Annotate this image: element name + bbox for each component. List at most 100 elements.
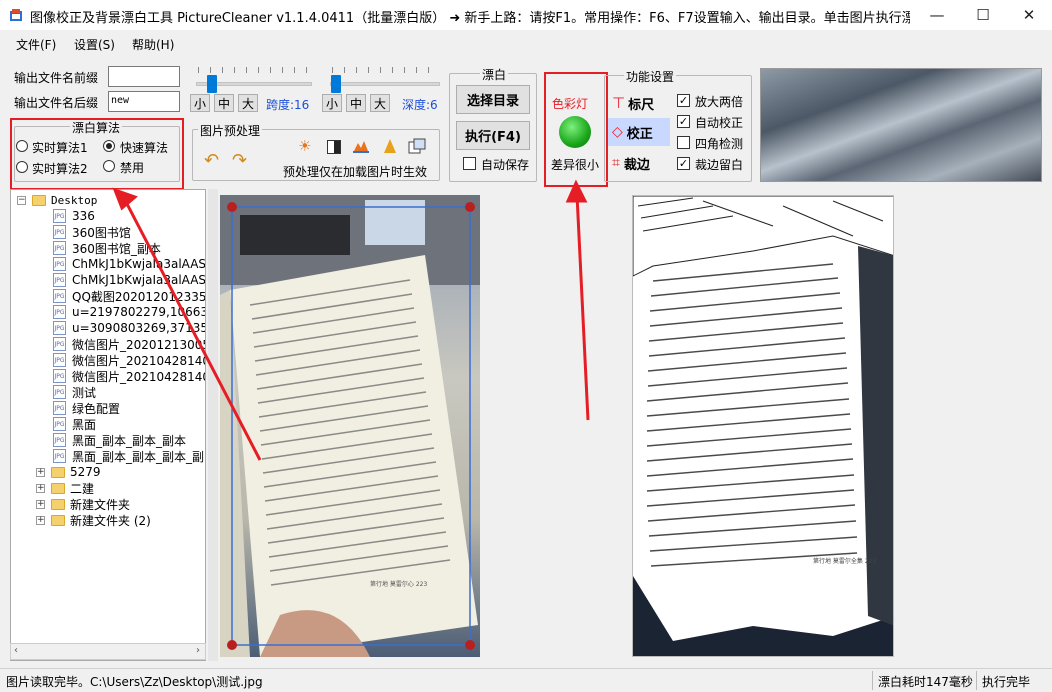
tree-file-item[interactable]: JPG QQ截图20201201233559 [53,288,205,304]
correct-icon: ◇ [612,124,623,140]
crop-button[interactable]: ⌗ 裁边 [612,152,672,174]
ruler-icon: ⊤ [612,94,626,112]
pane-splitter[interactable] [208,189,218,661]
tree-file-item[interactable]: JPG u=3090803269,371357756 [53,320,205,336]
menu-help[interactable]: 帮助(H) [132,36,174,53]
tree-folder-item[interactable]: + 二建 [36,480,94,496]
file-tree[interactable]: − Desktop JPG 336 JPG 360图书馆 JPG 360图书馆_副本 JPG… [10,189,206,661]
folder-icon [51,498,65,510]
double-size-label[interactable]: 放大两倍 [695,93,743,110]
tree-file-item[interactable]: JPG 绿色配置 [53,400,120,416]
processed-image[interactable]: 第行地 莫雷尔全集 223 [632,195,894,657]
select-directory-button[interactable]: 选择目录 [456,85,530,114]
status-divider [976,671,977,690]
crop-margin-checkbox[interactable]: ✓ [677,157,690,170]
correct-button[interactable]: ◇ 校正 [608,118,670,146]
expand-icon[interactable]: + [36,499,45,509]
corner-detect-checkbox[interactable] [677,136,690,149]
status-message: 图片读取完毕。C:\Users\Zz\Desktop\测试.jpg [6,675,263,689]
tree-horizontal-scrollbar[interactable]: ‹ › [10,643,206,660]
minimize-button[interactable]: — [914,0,960,30]
tree-file-item[interactable]: JPG 336 [53,208,95,224]
expand-icon[interactable]: + [36,467,45,477]
suffix-label: 输出文件名后缀 [14,96,99,110]
tree-file-label: ChMkJ1bKwjaIa3alAASVxk [72,273,206,287]
span-slider-thumb[interactable] [207,75,217,93]
app-icon [9,8,23,22]
jpg-file-icon: JPG [53,433,66,447]
tree-file-label: 绿色配置 [72,401,121,416]
depth-slider-ticks [332,67,438,73]
span-medium-button[interactable]: 中 [214,94,234,112]
tree-folder-label: 新建文件夹 (2) [70,513,151,528]
menu-settings[interactable]: 设置(S) [74,36,115,53]
tree-folder-item[interactable]: + 新建文件夹 (2) [36,512,151,528]
execute-button[interactable]: 执行(F4) [456,121,530,150]
tree-folder-label: 二建 [70,481,95,496]
depth-large-button[interactable]: 大 [370,94,390,112]
tree-file-item[interactable]: JPG u=2197802279,106636830 [53,304,205,320]
status-bar: 图片读取完毕。C:\Users\Zz\Desktop\测试.jpg 漂白耗时14… [0,668,1052,692]
redo-icon[interactable]: ↷ [232,150,247,171]
jpg-file-icon: JPG [53,289,66,303]
folder-icon [51,466,65,478]
autosave-label[interactable]: 自动保存 [481,156,529,173]
expand-icon[interactable]: + [36,515,45,525]
tree-file-label: 测试 [72,385,97,400]
depth-medium-button[interactable]: 中 [346,94,366,112]
tree-file-label: u=2197802279,106636830 [72,305,205,319]
scroll-right-icon[interactable]: › [196,645,200,656]
double-size-checkbox[interactable]: ✓ [677,94,690,107]
tree-file-item[interactable]: JPG 360图书馆_副本 [53,240,161,256]
ruler-button[interactable]: ⊤ 标尺 [612,92,672,114]
tree-file-label: 微信图片_2021042814063 [72,353,205,368]
autosave-checkbox[interactable] [463,157,476,170]
prefix-input[interactable] [108,66,180,87]
tree-folder-item[interactable]: + 新建文件夹 [36,496,130,512]
contrast-icon[interactable] [327,140,341,154]
tree-file-item[interactable]: JPG 微信图片_2020121300554 [53,336,205,352]
tree-root[interactable]: − Desktop [17,192,97,208]
tree-file-item[interactable]: JPG 黑面_副本_副本_副本_副 [53,448,204,464]
tree-file-item[interactable]: JPG 微信图片_2021042814063 [53,368,205,384]
depth-slider-track[interactable] [330,82,440,86]
tree-file-item[interactable]: JPG 微信图片_2021042814063 [53,352,205,368]
cone-icon[interactable] [382,138,398,157]
span-slider-ticks [198,67,310,73]
maximize-button[interactable]: ☐ [960,0,1006,30]
tree-file-item[interactable]: JPG 黑面 [53,416,96,432]
tree-file-item[interactable]: JPG 360图书馆 [53,224,131,240]
menu-file[interactable]: 文件(F) [16,36,56,53]
jpg-file-icon: JPG [53,225,66,239]
crop-margin-label[interactable]: 裁边留白 [695,156,743,173]
scroll-left-icon[interactable]: ‹ [14,645,18,656]
suffix-input[interactable]: new [108,91,180,112]
preprocess-note: 预处理仅在加载图片时生效 [283,165,428,179]
undo-icon[interactable]: ↶ [204,150,219,171]
corner-detect-label[interactable]: 四角检测 [695,135,743,152]
copy-icon[interactable] [408,138,426,157]
original-image[interactable]: 第行地 莫雷尔心 223 [220,195,480,657]
auto-correct-checkbox[interactable]: ✓ [677,115,690,128]
tree-file-item[interactable]: JPG 黑面_副本_副本_副本 [53,432,186,448]
status-time: 漂白耗时147毫秒 [878,675,973,689]
depth-small-button[interactable]: 小 [322,94,342,112]
auto-correct-label[interactable]: 自动校正 [695,114,743,131]
depth-slider-thumb[interactable] [331,75,341,93]
span-small-button[interactable]: 小 [190,94,210,112]
color-lamp-status: 差异很小 [551,158,600,172]
color-lamp-light [559,116,591,148]
tree-file-label: 360图书馆 [72,225,131,240]
tree-file-item[interactable]: JPG 测试 [53,384,96,400]
tree-file-item[interactable]: JPG ChMkJ1bKwjaIa3alAASVxk [53,272,206,288]
annotation-box-algorithm [10,118,184,190]
tree-root-label: Desktop [51,193,98,207]
tree-folder-item[interactable]: +5279 [36,464,101,480]
tree-file-item[interactable]: JPG ChMkJ1bKwjaIa3alAASVxk [53,256,205,272]
span-large-button[interactable]: 大 [238,94,258,112]
brightness-icon[interactable]: ☀ [298,137,311,155]
collapse-icon[interactable]: − [17,195,26,205]
levels-icon[interactable] [352,138,370,157]
close-button[interactable]: ✕ [1006,0,1052,30]
expand-icon[interactable]: + [36,483,45,493]
